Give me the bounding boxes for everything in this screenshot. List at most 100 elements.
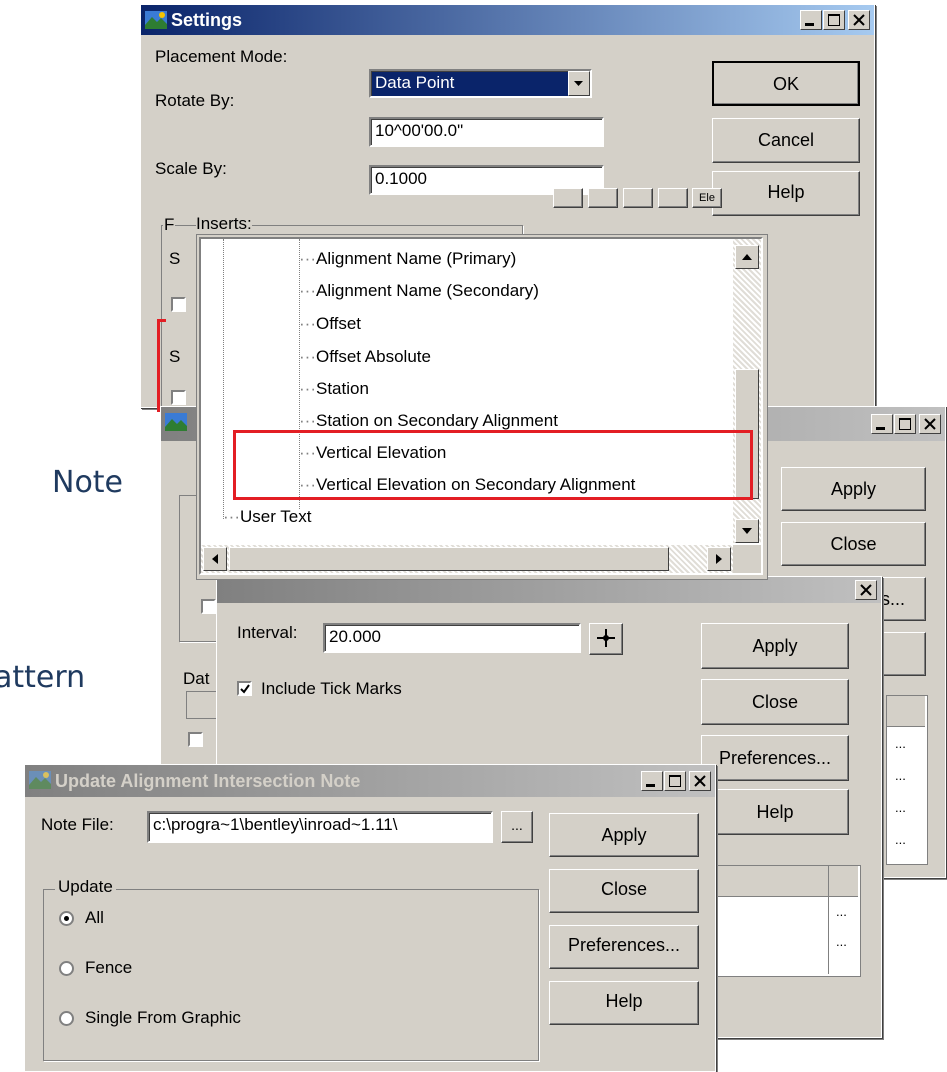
close-button[interactable] [919,414,941,434]
chevron-down-icon [574,81,583,86]
ele-button[interactable]: Ele [692,188,722,208]
note-file-input[interactable]: c:\progra~1\bentley\inroad~1.11\ [147,811,493,843]
insert-tool-button-2[interactable] [588,188,618,208]
inserts-tree[interactable]: ···Alignment Name (Primary) ···Alignment… [199,237,763,575]
cancel-button[interactable]: Cancel [712,118,860,163]
side-checkbox-2[interactable] [171,390,186,405]
settings-titlebar[interactable]: Settings [141,5,874,35]
insert-tool-button-1[interactable] [553,188,583,208]
row-checkbox[interactable] [188,732,203,747]
scroll-up-button[interactable] [735,245,759,269]
tree-item[interactable]: ···Alignment Name (Primary) [299,249,516,269]
tree-item-label: Alignment Name (Primary) [315,249,517,268]
option-checkbox[interactable] [201,599,216,614]
maximize-button[interactable] [823,10,845,30]
maximize-button[interactable] [894,414,916,434]
close-dialog-button[interactable]: Close [701,679,849,725]
update-group-label: Update [55,877,116,897]
apply-button[interactable]: Apply [549,813,699,857]
interval-input[interactable]: 20.000 [323,623,581,653]
ellipsis-cell[interactable]: ... [895,736,906,751]
preferences-label: Preferences... [567,935,681,955]
help-button[interactable]: Help [712,171,860,216]
rotate-by-label: Rotate By: [155,91,235,110]
close-button[interactable] [855,580,877,600]
help-button[interactable]: Help [701,789,849,835]
slide-note-text: Note [52,465,124,500]
close-button[interactable] [848,10,870,30]
ellipsis-cell[interactable]: ... [895,768,906,783]
ellipsis-cell[interactable]: ... [836,904,847,919]
pick-point-button[interactable] [589,623,623,655]
close-label: Close [830,534,877,554]
ok-button[interactable]: OK [712,61,860,106]
browse-button[interactable]: ... [501,811,533,843]
ellipsis-cell[interactable]: ... [895,832,906,847]
dropdown-arrow-button[interactable] [568,71,590,96]
tree-item[interactable]: ···Offset Absolute [299,347,431,367]
settings-title: Settings [171,10,243,30]
include-tick-marks-checkbox[interactable] [237,681,252,696]
maximize-button[interactable] [664,771,686,791]
ellipsis-cell[interactable]: ... [895,800,906,815]
app-icon [145,11,167,29]
tick-window-titlebar[interactable] [217,577,881,603]
ok-label: OK [772,74,799,94]
minimize-button[interactable] [871,414,893,434]
minimize-button[interactable] [641,771,663,791]
scroll-down-button[interactable] [735,519,759,543]
vertical-elevation-highlight [233,430,753,500]
slide-pattern-text: attern [0,660,86,695]
tree-item-label: User Text [239,507,312,526]
app-icon [29,771,51,789]
table-ellipsis-column: ... ... ... ... [886,695,928,865]
interval-value: 20.000 [329,627,381,646]
scroll-right-button[interactable] [707,547,731,571]
side-label-2: S [169,347,181,366]
table-divider [881,692,888,852]
tree-item-label: Station [315,379,369,398]
inserts-label: Inserts: [196,214,252,234]
minimize-button[interactable] [800,10,822,30]
placement-mode-select[interactable]: Data Point [369,69,592,98]
tree-item[interactable]: ···Station on Secondary Alignment [299,411,558,431]
maximize-icon [669,775,681,787]
ellipsis-cell[interactable]: ... [836,934,847,949]
insert-tool-button-4[interactable] [658,188,688,208]
crosshair-icon [597,629,615,647]
scroll-left-button[interactable] [203,547,227,571]
tree-item[interactable]: ···Offset [299,314,361,334]
tree-item[interactable]: ···Alignment Name (Secondary) [299,281,539,301]
apply-button[interactable]: Apply [701,623,849,669]
update-window-title: Update Alignment Intersection Note [55,771,361,791]
apply-label: Apply [601,825,647,845]
minimize-icon [805,23,814,26]
horizontal-scroll-thumb[interactable] [229,547,669,571]
tree-item-label: Alignment Name (Secondary) [315,281,539,300]
preferences-button[interactable]: Preferences... [549,925,699,969]
help-button[interactable]: Help [549,981,699,1025]
close-icon [860,584,872,596]
horizontal-scrollbar[interactable] [201,545,733,573]
insert-tool-button-3[interactable] [623,188,653,208]
radio-single-from-graphic[interactable] [59,1011,74,1026]
table-column-header [887,696,925,727]
close-button[interactable] [689,771,711,791]
close-dialog-button[interactable]: Close [781,522,926,566]
apply-button[interactable]: Apply [781,467,926,511]
apply-label: Apply [830,479,877,499]
side-checkbox-1[interactable] [171,297,186,312]
close-dialog-button[interactable]: Close [549,869,699,913]
tree-item[interactable]: ···Station [299,379,369,399]
help-label: Help [767,182,805,202]
maximize-icon [828,14,840,26]
tree-item-user-text[interactable]: ···User Text [223,507,311,527]
ele-label: Ele [699,192,715,204]
update-window-titlebar[interactable]: Update Alignment Intersection Note [25,765,715,797]
radio-fence[interactable] [59,961,74,976]
radio-all[interactable] [59,911,74,926]
rotate-by-input[interactable]: 10^00'00.0" [369,117,604,147]
dat-label: Dat [183,669,210,688]
highlight-box-fragment [157,319,166,412]
preferences-button[interactable]: Preferences... [701,735,849,781]
